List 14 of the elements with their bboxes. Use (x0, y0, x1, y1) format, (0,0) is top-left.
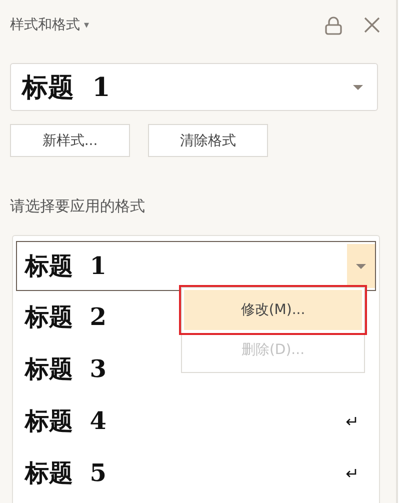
caret-icon (353, 84, 363, 90)
style-button[interactable]: 新样式... (10, 124, 130, 157)
panel-title[interactable]: 样式和格式 (10, 16, 80, 34)
style-button[interactable]: 清除格式 (148, 124, 268, 157)
style-item[interactable]: 标题 4 ↵ (16, 395, 376, 447)
style-item[interactable]: 标题 5 ↵ (16, 447, 376, 499)
lock-icon[interactable] (325, 16, 342, 34)
return-mark: ↵ (346, 412, 359, 430)
list-label: 请选择要应用的格式 (10, 197, 146, 217)
return-mark: ↵ (346, 464, 359, 482)
menu-item[interactable]: 修改(M)... (184, 290, 362, 330)
caret-icon[interactable]: ▾ (84, 20, 90, 30)
style-dropdown[interactable]: 标题 1 (10, 63, 378, 111)
close-icon[interactable] (364, 17, 380, 33)
